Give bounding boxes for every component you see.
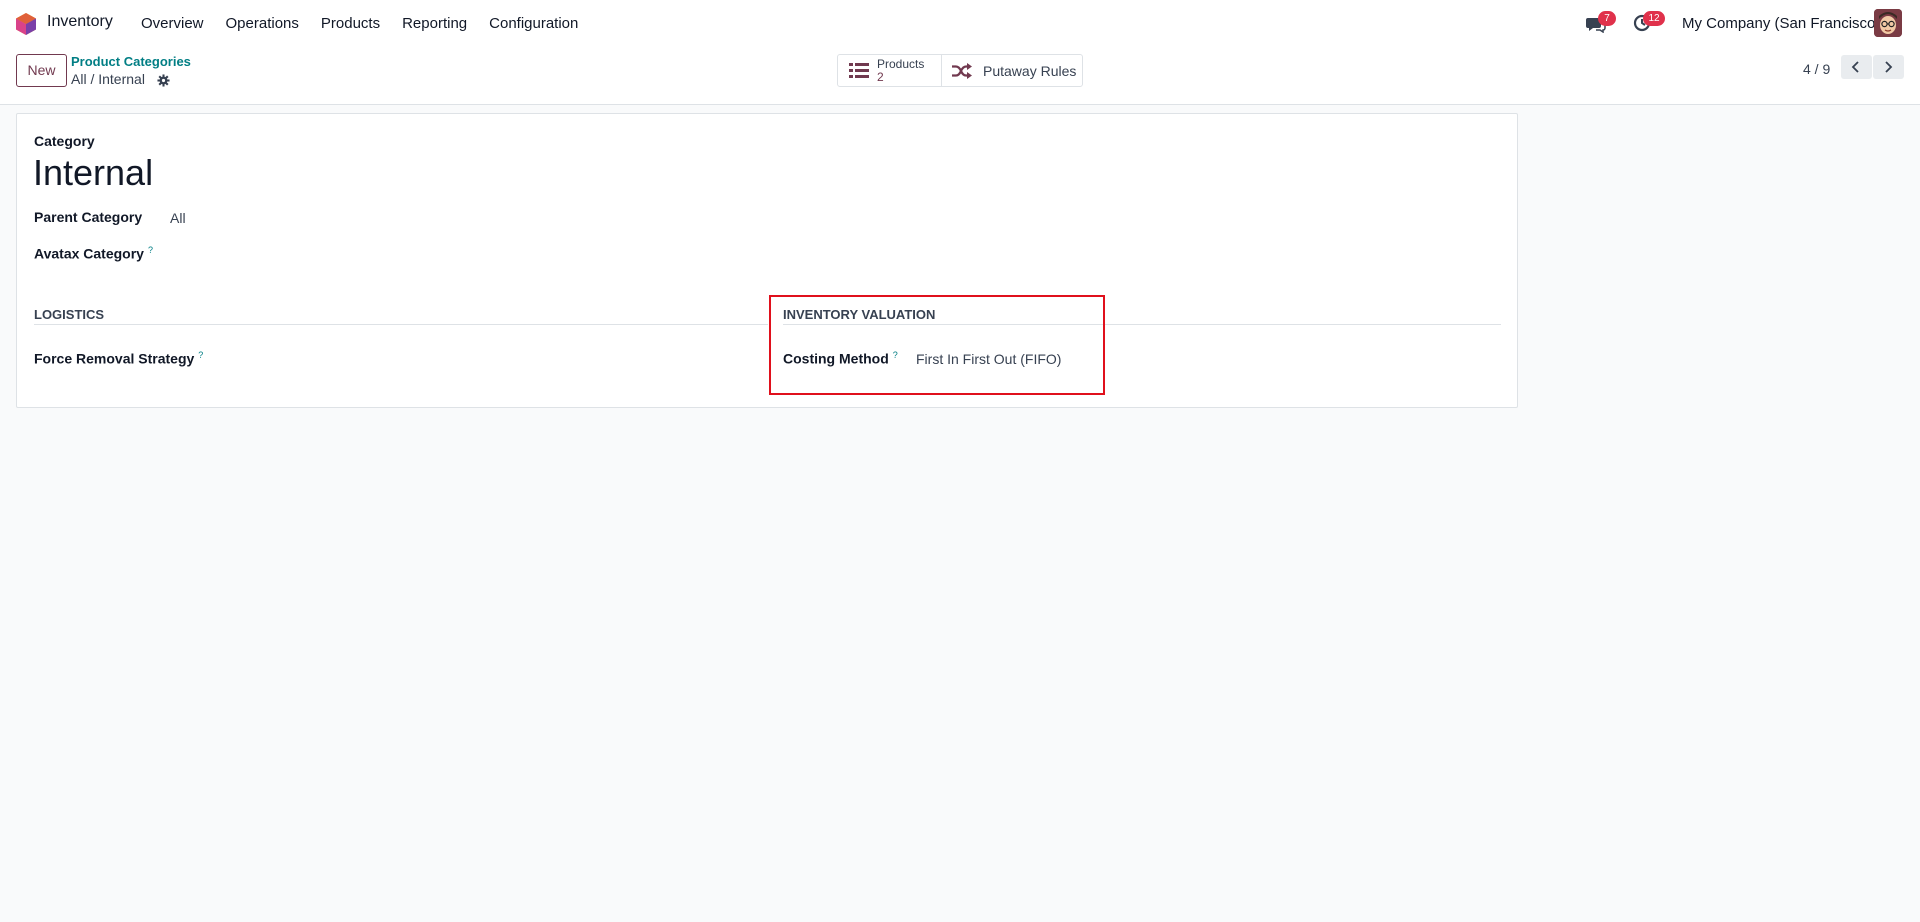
control-panel: New Product Categories All / Internal Pr… bbox=[0, 46, 1920, 105]
random-shuffle-icon bbox=[952, 62, 972, 79]
category-label: Category bbox=[34, 133, 95, 149]
smart-buttons: Products 2 Putaway Rules bbox=[837, 54, 1083, 87]
form-sheet: Category Internal Parent Category All Av… bbox=[16, 113, 1518, 408]
gear-icon[interactable] bbox=[157, 74, 170, 87]
avatar-face-icon bbox=[1874, 9, 1902, 37]
menu-operations[interactable]: Operations bbox=[226, 15, 299, 32]
user-avatar[interactable] bbox=[1874, 9, 1902, 37]
messages-badge: 7 bbox=[1598, 11, 1616, 26]
menu-overview[interactable]: Overview bbox=[141, 15, 204, 32]
chevron-right-icon bbox=[1885, 61, 1893, 73]
breadcrumb-current-record: All / Internal bbox=[71, 71, 145, 87]
products-smart-label: Products bbox=[877, 56, 925, 71]
products-smart-button[interactable]: Products 2 bbox=[838, 55, 942, 86]
list-icon bbox=[849, 63, 869, 78]
logistics-divider bbox=[34, 324, 768, 325]
avatax-category-label: Avatax Category? bbox=[34, 245, 153, 262]
products-smart-count: 2 bbox=[877, 69, 884, 84]
category-name-field[interactable]: Internal bbox=[33, 152, 153, 194]
chevron-left-icon bbox=[1851, 61, 1859, 73]
costing-method-field[interactable]: First In First Out (FIFO) bbox=[916, 351, 1061, 367]
breadcrumb-product-categories[interactable]: Product Categories bbox=[71, 54, 191, 69]
parent-category-field[interactable]: All bbox=[170, 210, 186, 226]
putaway-rules-smart-button[interactable]: Putaway Rules bbox=[942, 55, 1082, 86]
costing-method-label: Costing Method? bbox=[783, 350, 898, 367]
help-tooltip-icon[interactable]: ? bbox=[148, 245, 153, 255]
costing-method-label-text: Costing Method bbox=[783, 350, 889, 367]
help-tooltip-icon[interactable]: ? bbox=[198, 350, 203, 360]
pager-value[interactable]: 4 / 9 bbox=[1803, 61, 1830, 77]
top-navbar: Inventory Overview Operations Products R… bbox=[0, 0, 1920, 46]
activities-badge: 12 bbox=[1643, 11, 1665, 26]
inventory-app-icon[interactable] bbox=[16, 13, 36, 35]
menu-products[interactable]: Products bbox=[321, 15, 380, 32]
new-button[interactable]: New bbox=[16, 54, 67, 87]
main-menu: Overview Operations Products Reporting C… bbox=[141, 15, 600, 32]
parent-category-label: Parent Category bbox=[34, 209, 143, 225]
avatax-category-label-text: Avatax Category bbox=[34, 245, 144, 262]
company-switcher[interactable]: My Company (San Francisco) bbox=[1682, 15, 1880, 32]
menu-configuration[interactable]: Configuration bbox=[489, 15, 578, 32]
putaway-rules-label: Putaway Rules bbox=[983, 62, 1077, 79]
force-removal-label-text: Force Removal Strategy bbox=[34, 350, 195, 367]
app-name[interactable]: Inventory bbox=[47, 13, 113, 31]
logistics-section-title: LOGISTICS bbox=[34, 307, 105, 322]
help-tooltip-icon[interactable]: ? bbox=[893, 350, 898, 360]
pager-previous-button[interactable] bbox=[1841, 55, 1872, 79]
force-removal-label: Force Removal Strategy? bbox=[34, 350, 203, 367]
menu-reporting[interactable]: Reporting bbox=[402, 15, 467, 32]
pager-next-button[interactable] bbox=[1873, 55, 1904, 79]
valuation-divider bbox=[783, 324, 1501, 325]
products-smart-button-text: Products 2 bbox=[877, 56, 925, 84]
inventory-valuation-section-title: INVENTORY VALUATION bbox=[783, 307, 936, 322]
